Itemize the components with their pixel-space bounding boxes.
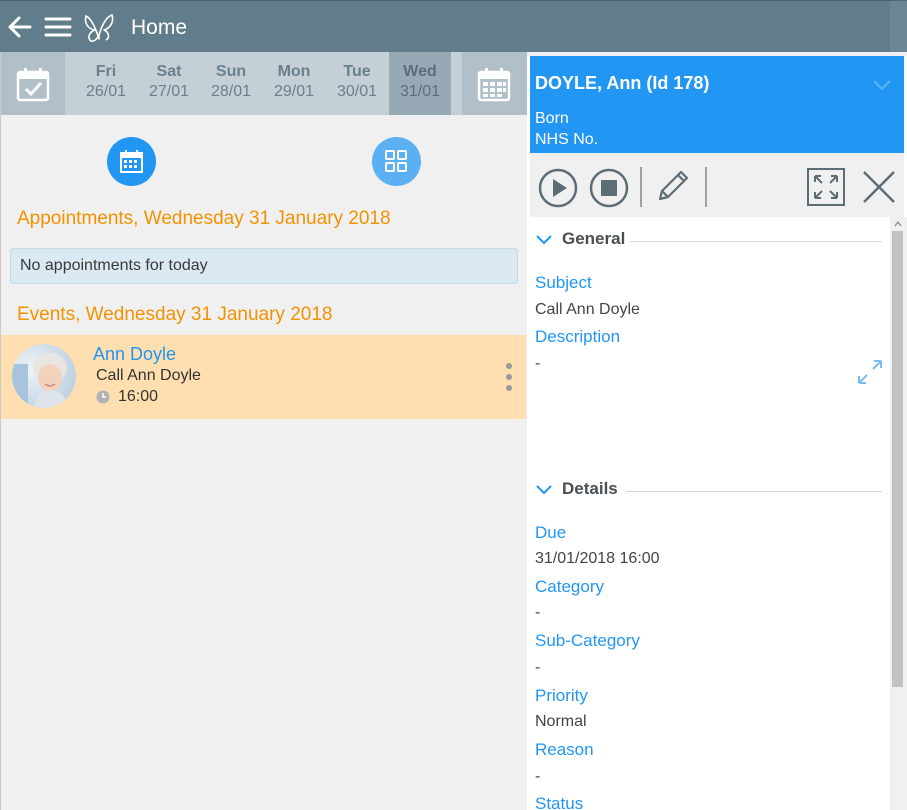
patient-name: DOYLE, Ann (Id 178) xyxy=(535,73,710,93)
top-bar: Home xyxy=(0,0,907,53)
butterfly-logo-icon xyxy=(82,11,116,45)
close-button[interactable] xyxy=(861,169,897,205)
day-wed[interactable]: Wed 31/01 xyxy=(389,52,451,115)
pencil-icon xyxy=(658,170,689,201)
chevron-down-icon xyxy=(536,485,552,495)
avatar xyxy=(12,344,76,408)
stop-button[interactable] xyxy=(589,168,629,208)
task-detail-pane: DOYLE, Ann (Id 178) Born NHS No. General xyxy=(527,52,907,810)
day-tue[interactable]: Tue 30/01 xyxy=(326,52,388,115)
stop-icon xyxy=(589,168,629,208)
scroll-up-icon[interactable] xyxy=(894,221,902,227)
category-label: Category xyxy=(535,577,604,596)
clock-icon xyxy=(96,390,110,404)
description-value: - xyxy=(535,355,541,372)
section-title: General xyxy=(562,229,626,248)
subcategory-value: - xyxy=(535,659,541,676)
description-label: Description xyxy=(535,327,621,346)
section-title: Details xyxy=(562,479,618,498)
chevron-down-icon xyxy=(536,235,552,245)
event-contact-name[interactable]: Ann Doyle xyxy=(93,344,176,365)
day-mon[interactable]: Mon 29/01 xyxy=(263,52,325,115)
priority-label: Priority xyxy=(535,686,588,705)
edit-button[interactable] xyxy=(654,167,692,205)
priority-value: Normal xyxy=(535,713,587,730)
day-fri[interactable]: Fri 26/01 xyxy=(75,52,137,115)
page-title: Home xyxy=(131,16,188,39)
due-label: Due xyxy=(535,523,567,542)
grid-view-button[interactable] xyxy=(372,137,421,186)
expand-arrows-icon[interactable] xyxy=(857,359,883,385)
event-subject: Call Ann Doyle xyxy=(96,367,201,384)
today-button[interactable] xyxy=(1,52,65,115)
hamburger-menu-icon[interactable] xyxy=(44,15,72,39)
events-heading: Events, Wednesday 31 January 2018 xyxy=(17,304,333,325)
fullscreen-button[interactable] xyxy=(807,168,845,206)
reason-label: Reason xyxy=(535,740,594,759)
more-vertical-icon[interactable] xyxy=(504,361,514,393)
due-value: 31/01/2018 16:00 xyxy=(535,550,660,567)
grid-view-icon xyxy=(385,150,407,172)
calendar-grid-icon xyxy=(477,68,511,102)
event-item[interactable]: Ann Doyle Call Ann Doyle 16:00 xyxy=(1,335,526,419)
calendar-check-icon xyxy=(16,68,50,102)
day-sun[interactable]: Sun 28/01 xyxy=(200,52,262,115)
event-time: 16:00 xyxy=(118,388,159,405)
fullscreen-icon xyxy=(807,168,845,206)
nhs-number-label: NHS No. xyxy=(535,131,599,148)
scrollbar-thumb[interactable] xyxy=(892,231,903,687)
day-sat[interactable]: Sat 27/01 xyxy=(138,52,200,115)
task-toolbar xyxy=(530,153,904,217)
subcategory-label: Sub-Category xyxy=(535,631,640,650)
no-appointments-message: No appointments for today xyxy=(10,248,518,284)
subject-value: Call Ann Doyle xyxy=(535,301,640,318)
status-label: Status xyxy=(535,794,584,810)
play-button[interactable] xyxy=(538,168,578,208)
patient-header: DOYLE, Ann (Id 178) Born NHS No. xyxy=(530,56,904,153)
subject-label: Subject xyxy=(535,273,592,292)
close-icon xyxy=(863,171,895,203)
agenda-pane: Fri 26/01 Sat 27/01 Sun 28/01 Mon 29/01 … xyxy=(0,52,527,810)
calendar-picker-button[interactable] xyxy=(462,52,527,115)
born-label: Born xyxy=(535,110,569,127)
task-detail-form: General Subject Call Ann Doyle Descripti… xyxy=(530,217,890,810)
back-arrow-icon[interactable] xyxy=(6,13,34,41)
date-strip: Fri 26/01 Sat 27/01 Sun 28/01 Mon 29/01 … xyxy=(1,52,527,115)
toolbar-separator xyxy=(640,167,642,207)
details-section-header[interactable]: Details xyxy=(530,479,890,503)
detail-scrollbar[interactable] xyxy=(890,217,907,810)
reason-value: - xyxy=(535,768,541,785)
section-divider xyxy=(626,491,882,492)
play-icon xyxy=(538,168,578,208)
day-view-button[interactable] xyxy=(107,137,156,186)
category-value: - xyxy=(535,604,541,621)
calendar-day-icon xyxy=(120,150,143,173)
general-section-header[interactable]: General xyxy=(530,229,890,253)
window-edge xyxy=(890,1,907,53)
toolbar-separator xyxy=(705,167,707,207)
chevron-down-icon[interactable] xyxy=(872,78,892,92)
section-divider xyxy=(630,241,882,242)
appointments-heading: Appointments, Wednesday 31 January 2018 xyxy=(17,208,391,229)
